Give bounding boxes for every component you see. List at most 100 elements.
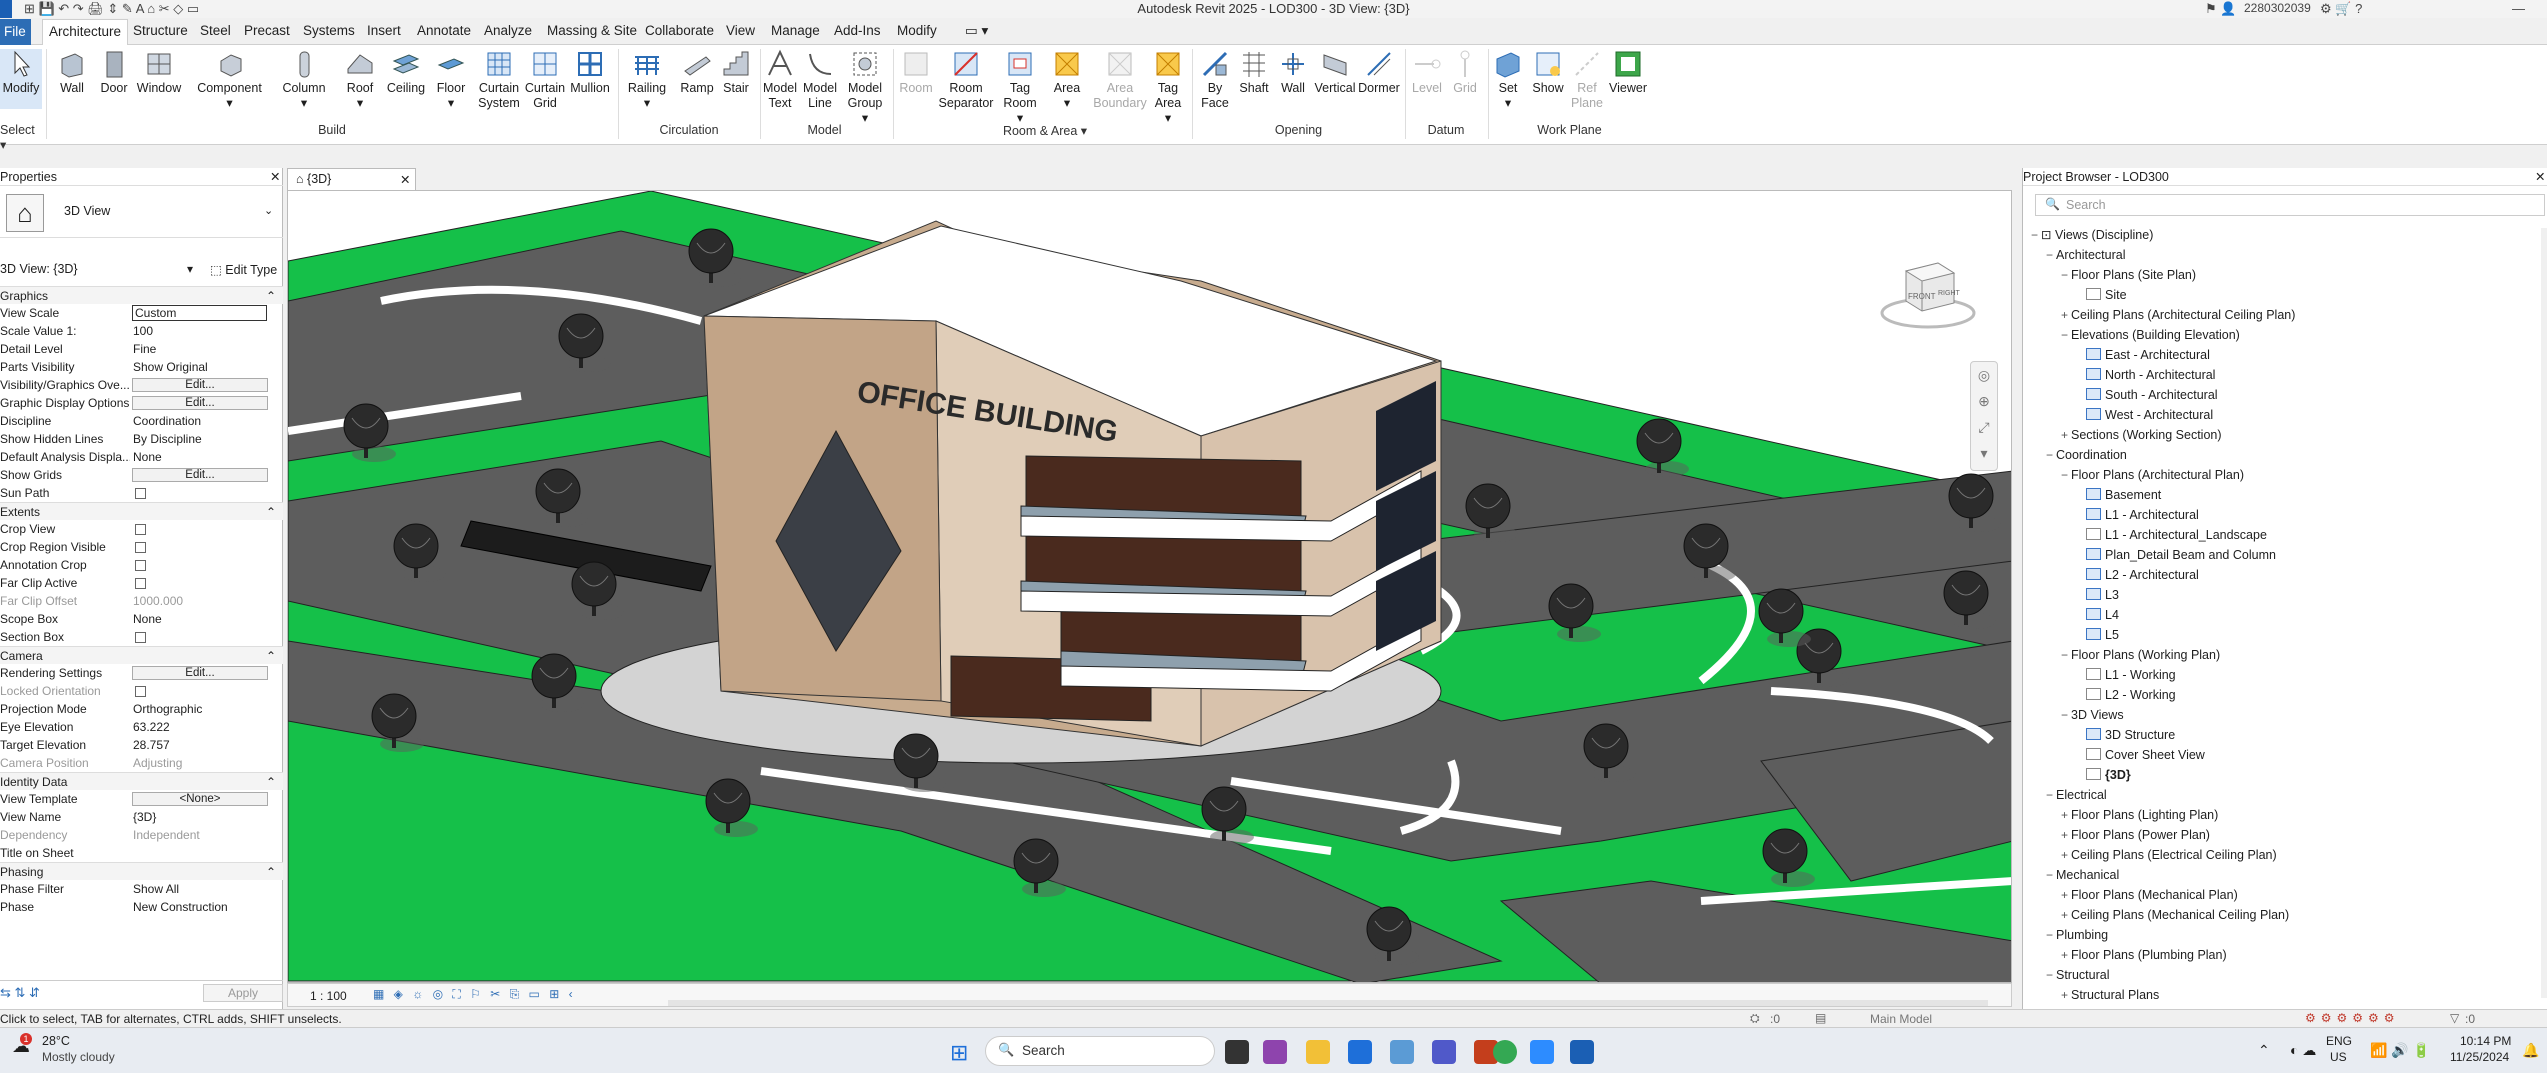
browser-node[interactable]: 3D Structure (2076, 726, 2175, 744)
roof-button[interactable]: Roof ▾ (338, 49, 382, 111)
property-row[interactable]: Show Hidden Lines By Discipline (0, 430, 277, 448)
grid-button[interactable]: Grid (1448, 49, 1482, 96)
property-edit-button[interactable]: Edit... (132, 396, 268, 410)
browser-node[interactable]: L4 (2076, 606, 2119, 624)
property-row[interactable]: Locked Orientation (0, 682, 277, 700)
room-separator-button[interactable]: Room Separator (937, 49, 995, 111)
property-row[interactable]: Far Clip Offset 1000.000 (0, 592, 277, 610)
revit-taskbar-icon[interactable] (1570, 1040, 1594, 1064)
apply-button[interactable]: Apply (203, 984, 283, 1002)
dormer-button[interactable]: Dormer (1357, 49, 1401, 96)
lang-code[interactable]: ENG (2326, 1034, 2352, 1048)
store-icon[interactable] (1348, 1040, 1372, 1064)
browser-node[interactable]: Site (2076, 286, 2127, 304)
property-edit-button[interactable]: Edit... (132, 378, 268, 392)
browser-node[interactable]: + Ceiling Plans (Architectural Ceiling Pl… (2061, 306, 2295, 324)
workset-icon[interactable]: ⛭ (1750, 1011, 1760, 1026)
component-button[interactable]: Component ▾ (192, 49, 267, 111)
zoom-icon[interactable] (1530, 1040, 1554, 1064)
expand-icon[interactable]: + (2061, 906, 2071, 924)
expand-icon[interactable]: + (2061, 306, 2071, 324)
tab-systems[interactable]: Systems (303, 23, 355, 38)
property-value[interactable]: 1000.000 (133, 592, 268, 610)
property-row[interactable]: Show Grids Edit... (0, 466, 277, 484)
property-row[interactable]: View Template <None> (0, 790, 277, 808)
curtain-system-button[interactable]: Curtain System (474, 49, 524, 111)
browser-node[interactable]: East - Architectural (2076, 346, 2210, 364)
browser-node[interactable]: L5 (2076, 626, 2119, 644)
property-row[interactable]: Default Analysis Displa... None (0, 448, 277, 466)
property-value[interactable]: 100 (133, 322, 268, 340)
clock-time[interactable]: 10:14 PM (2460, 1034, 2511, 1048)
browser-node[interactable]: L2 - Working (2076, 686, 2176, 704)
level-button[interactable]: Level (1410, 49, 1444, 96)
opening-wall-button[interactable]: Wall (1276, 49, 1310, 96)
browser-node[interactable]: + Floor Plans (Mechanical Plan) (2061, 886, 2238, 904)
browser-node[interactable]: − Elevations (Building Elevation) (2061, 326, 2240, 344)
property-row[interactable]: Visibility/Graphics Ove... Edit... (0, 376, 277, 394)
collapse-icon[interactable]: − (2046, 866, 2056, 884)
teams-icon[interactable] (1432, 1040, 1456, 1064)
browser-node[interactable]: Plan_Detail Beam and Column (2076, 546, 2276, 564)
section-identity[interactable]: Identity Data ⌃ (0, 772, 283, 790)
tab-structure[interactable]: Structure (133, 23, 188, 38)
browser-node[interactable]: Cover Sheet View (2076, 746, 2205, 764)
property-row[interactable]: Sun Path (0, 484, 277, 502)
collapse-icon[interactable]: − (2061, 466, 2071, 484)
help-icon[interactable]: ⚙ 🛒 ? (2320, 1, 2362, 17)
tab-modify[interactable]: Modify (897, 23, 937, 38)
expand-icon[interactable]: + (2061, 826, 2071, 844)
clock-date[interactable]: 11/25/2024 (2450, 1050, 2509, 1064)
dropdown-icon[interactable]: ▾ (187, 262, 193, 276)
property-row[interactable]: Scope Box None (0, 610, 277, 628)
tag-area-button[interactable]: Tag Area ▾ (1150, 49, 1186, 126)
property-row[interactable]: Parts Visibility Show Original (0, 358, 277, 376)
browser-node[interactable]: West - Architectural (2076, 406, 2213, 424)
browser-node[interactable]: − ⊡ Views (Discipline) (2031, 226, 2153, 244)
copilot-icon[interactable] (1263, 1040, 1287, 1064)
browser-node[interactable]: South - Architectural (2076, 386, 2218, 404)
section-graphics[interactable]: Graphics ⌃ (0, 286, 283, 304)
property-value[interactable]: By Discipline (133, 430, 268, 448)
property-checkbox[interactable] (135, 632, 146, 643)
property-checkbox[interactable] (135, 488, 146, 499)
property-row[interactable]: Section Box (0, 628, 277, 646)
collapse-icon[interactable]: − (2031, 226, 2041, 244)
room-button[interactable]: Room (896, 49, 936, 96)
properties-toolbar-icons[interactable]: ⇆ ⇅ ⇵ (0, 985, 40, 1001)
start-icon[interactable]: ⊞ (950, 1040, 968, 1066)
mullion-button[interactable]: Mullion (567, 49, 613, 96)
user-name[interactable]: 2280302039 (2244, 1, 2311, 15)
browser-node[interactable]: North - Architectural (2076, 366, 2215, 384)
expand-icon[interactable]: + (2061, 986, 2071, 1004)
property-value[interactable]: 28.757 (133, 736, 268, 754)
property-value[interactable]: Coordination (133, 412, 268, 430)
browser-node[interactable]: −3D Views (2061, 706, 2124, 724)
view-tab[interactable]: ⌂ {3D} ✕ (287, 168, 416, 190)
browser-node[interactable]: + Floor Plans (Plumbing Plan) (2061, 946, 2227, 964)
property-checkbox[interactable] (135, 542, 146, 553)
close-icon[interactable]: ✕ (400, 172, 410, 187)
property-value[interactable]: Adjusting (133, 754, 268, 772)
model-text-button[interactable]: Model Text (762, 49, 798, 111)
set-button[interactable]: Set ▾ (1492, 49, 1524, 111)
browser-node[interactable]: − Floor Plans (Working Plan) (2061, 646, 2220, 664)
vertical-button[interactable]: Vertical (1313, 49, 1357, 96)
collapse-icon[interactable]: − (2061, 326, 2071, 344)
by-face-button[interactable]: By Face (1196, 49, 1234, 111)
collapse-icon[interactable]: ⌃ (266, 863, 276, 881)
property-row[interactable]: Eye Elevation 63.222 (0, 718, 277, 736)
area-button[interactable]: Area ▾ (1050, 49, 1084, 111)
modify-button[interactable]: Modify (0, 49, 42, 109)
browser-node[interactable]: + Floor Plans (Power Plan) (2061, 826, 2210, 844)
property-row[interactable]: Discipline Coordination (0, 412, 277, 430)
tab-annotate[interactable]: Annotate (417, 23, 471, 38)
tab-steel[interactable]: Steel (200, 23, 231, 38)
property-value[interactable]: 63.222 (133, 718, 268, 736)
taskbar-search[interactable]: Search (985, 1036, 1215, 1066)
close-icon[interactable]: ✕ (270, 169, 280, 184)
shaft-button[interactable]: Shaft (1236, 49, 1272, 96)
property-value[interactable]: None (133, 448, 268, 466)
browser-node[interactable]: Basement (2076, 486, 2161, 504)
property-value[interactable]: Show Original (133, 358, 268, 376)
